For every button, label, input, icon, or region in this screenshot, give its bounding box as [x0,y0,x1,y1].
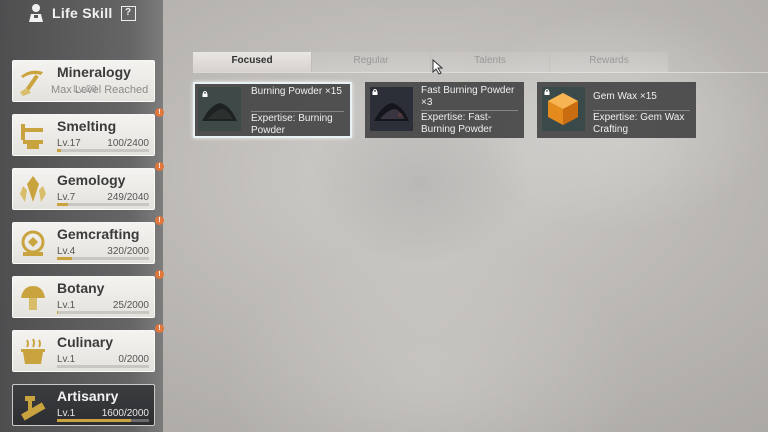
skill-sidebar: Life Skill ? Mineralogy Lv.20 Max Level … [0,0,163,432]
tab-bar: Focused Regular Talents Rewards [193,52,768,73]
skill-level: Lv.7 [57,192,76,203]
progress-bar [57,149,149,152]
progress-bar [57,311,149,314]
notification-badge: ! [155,216,164,225]
skill-level: Lv.1 [57,408,76,419]
hammer-saw-icon [21,396,46,421]
cooking-pot-icon [21,338,45,364]
item-name: Fast Burning Powder ×3 [421,85,515,108]
skill-name: Gemcrafting [57,226,140,242]
gem-lens-icon [21,230,45,256]
skill-level: Lv.17 [57,138,81,149]
mushroom-icon [21,286,45,310]
skill-progress: 0/2000 [118,354,149,365]
tab-focused[interactable]: Focused [193,52,311,72]
recipe-card-burning-powder[interactable]: Burning Powder ×15 Expertise: Burning Po… [193,82,352,138]
notification-badge: ! [155,324,164,333]
item-name: Gem Wax ×15 [593,91,657,102]
skill-gemcrafting[interactable]: Gemcrafting Lv.4 320/2000 [12,222,155,264]
progress-bar [57,257,149,260]
tab-regular[interactable]: Regular [312,52,430,72]
divider [251,111,344,112]
skill-progress: 320/2000 [107,246,149,257]
progress-bar [57,365,149,368]
skill-level: Lv.4 [57,246,76,257]
anvil-icon [21,124,43,149]
notification-badge: ! [155,162,164,171]
header: Life Skill ? [28,3,136,23]
skill-botany[interactable]: Botany Lv.1 25/2000 [12,276,155,318]
skill-name: Mineralogy [57,64,131,80]
page-title: Life Skill [52,5,113,21]
help-button[interactable]: ? [120,5,136,21]
notification-badge: ! [155,108,164,117]
item-expertise: Expertise: Burning Powder [251,113,333,136]
skill-progress: 100/2400 [107,138,149,149]
skill-progress: 1600/2000 [101,408,149,419]
skill-name: Botany [57,280,105,296]
skill-level: Lv.1 [57,300,76,311]
skill-artisanry[interactable]: Artisanry Lv.1 1600/2000 [12,384,155,426]
pickaxe-icon [20,70,43,96]
skill-progress: 249/2040 [107,192,149,203]
lock-icon [202,91,208,97]
skill-name: Culinary [57,334,114,350]
skill-name: Gemology [57,172,126,188]
progress-bar [57,419,149,422]
progress-bar [57,203,149,206]
item-expertise: Expertise: Gem Wax Crafting [593,112,685,135]
lock-icon [372,89,378,95]
crystal-icon [20,176,46,202]
mouse-cursor-icon [432,59,444,75]
max-level-text: Max Level Reached [51,84,149,96]
recipe-card-fast-burning-powder[interactable]: Fast Burning Powder ×3 Expertise: Fast-B… [365,82,524,138]
recipe-card-gem-wax[interactable]: Gem Wax ×15 Expertise: Gem Wax Crafting [537,82,696,138]
skill-progress: 25/2000 [112,300,149,311]
notification-badge: ! [155,270,164,279]
skill-name: Artisanry [57,388,119,404]
lock-icon [544,89,550,95]
skill-name: Smelting [57,118,117,134]
item-expertise: Expertise: Fast-Burning Powder [421,112,493,135]
skill-culinary[interactable]: Culinary Lv.1 0/2000 [12,330,155,372]
skill-mineralogy[interactable]: Mineralogy Lv.20 Max Level Reached [12,60,155,102]
person-icon [29,4,43,22]
item-name: Burning Powder ×15 [251,86,342,97]
skill-level: Lv.1 [57,354,76,365]
skill-gemology[interactable]: Gemology Lv.7 249/2040 [12,168,155,210]
skill-smelting[interactable]: Smelting Lv.17 100/2400 [12,114,155,156]
divider [593,110,690,111]
tab-talents[interactable]: Talents [431,52,549,72]
tab-rewards[interactable]: Rewards [550,52,668,72]
divider [421,110,518,111]
